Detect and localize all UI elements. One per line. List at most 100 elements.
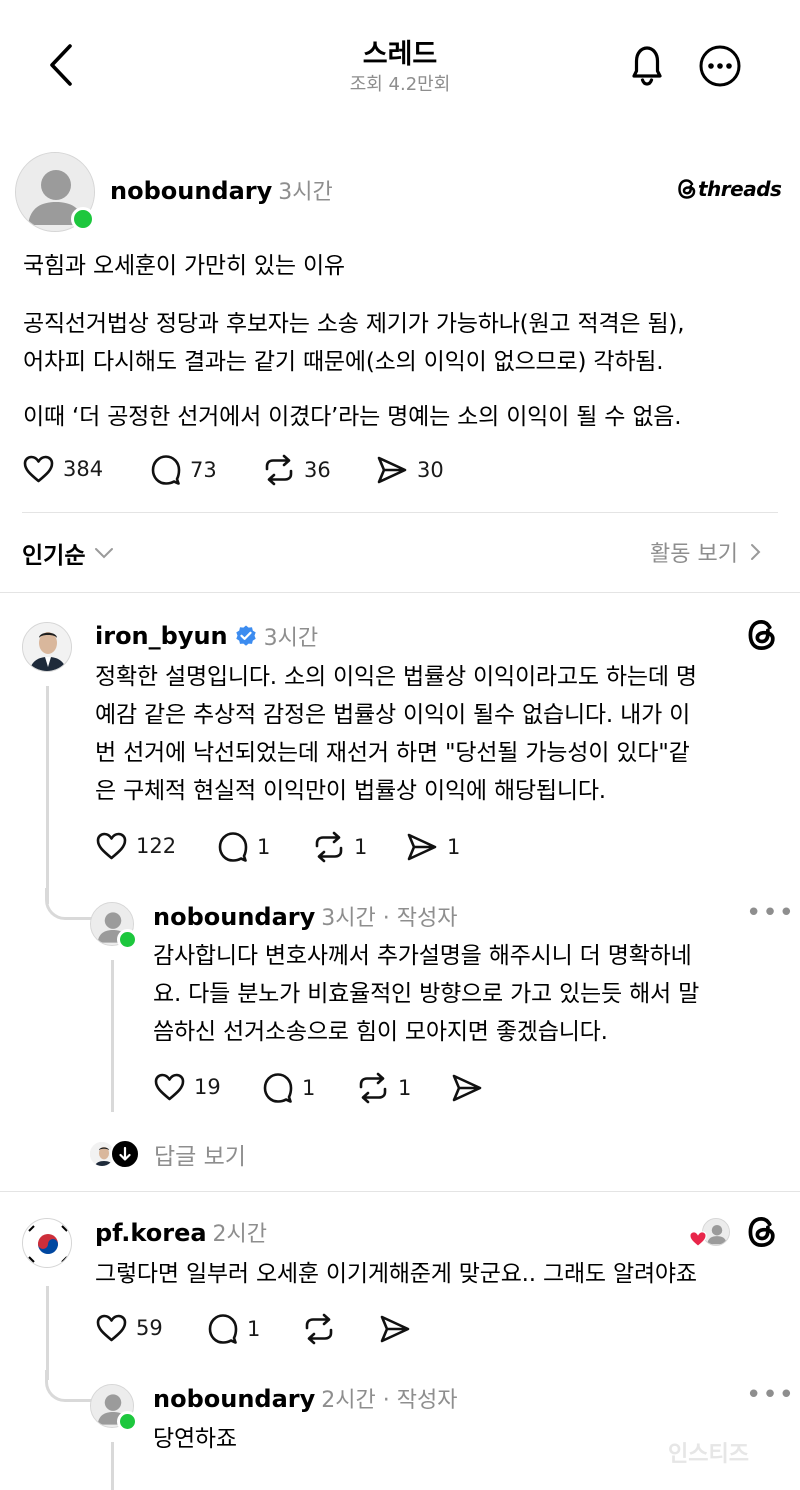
comment-username[interactable]: iron_byun xyxy=(95,622,228,650)
sort-dropdown[interactable]: 인기순 xyxy=(22,536,115,570)
like-count: 59 xyxy=(136,1316,163,1340)
page-title: 스레드 xyxy=(362,39,438,70)
repost-count: 36 xyxy=(304,458,331,482)
share-icon xyxy=(380,1315,410,1343)
thread-connector xyxy=(45,1370,97,1402)
like-button[interactable]: 59 xyxy=(95,1313,163,1343)
view-replies-button[interactable]: 답글 보기 xyxy=(88,1137,246,1171)
chevron-right-icon xyxy=(750,544,761,560)
verified-icon xyxy=(235,625,256,646)
online-indicator xyxy=(117,1411,138,1432)
more-options-button[interactable] xyxy=(696,42,744,90)
like-count: 384 xyxy=(63,457,104,481)
repost-icon xyxy=(315,831,343,863)
share-count: 1 xyxy=(447,835,461,859)
threads-icon xyxy=(748,620,775,650)
repost-button[interactable] xyxy=(302,1313,344,1345)
post-username[interactable]: noboundary xyxy=(110,177,272,205)
activity-label: 활동 보기 xyxy=(650,542,738,567)
view-replies-label: 답글 보기 xyxy=(154,1144,246,1170)
share-button[interactable] xyxy=(450,1072,492,1104)
comment-text-line: 번 선거에 낙선되었는데 재선거 하면 "당선될 가능성이 있다"같 xyxy=(95,740,690,766)
post-time: 3시간 xyxy=(278,180,333,205)
reply-button[interactable]: 1 xyxy=(217,831,270,863)
author-liked-indicator xyxy=(688,1218,732,1248)
threads-link[interactable] xyxy=(746,1215,778,1249)
comment-icon xyxy=(263,1073,293,1103)
reply-time: 2시간 · 작성자 xyxy=(321,1388,458,1413)
repost-button[interactable]: 36 xyxy=(262,454,331,486)
comment-avatar[interactable] xyxy=(22,1218,72,1268)
reply-count: 73 xyxy=(190,458,217,482)
activity-link[interactable]: 활동 보기 xyxy=(650,536,764,568)
reply-author-row: noboundary 2시간 · 작성자 xyxy=(153,1382,457,1414)
sort-label: 인기순 xyxy=(22,543,86,569)
threads-wordmark: threads xyxy=(698,177,782,201)
divider xyxy=(0,592,800,593)
repost-count: 1 xyxy=(398,1076,412,1100)
threads-icon xyxy=(748,1217,775,1247)
post-text-line: 어차피 다시해도 결과는 같기 때문에(소의 이익이 없으므로) 각하됨. xyxy=(23,349,664,375)
share-icon xyxy=(407,833,437,861)
view-count: 조회 4.2만회 xyxy=(349,74,451,95)
reply-text-line: 감사합니다 변호사께서 추가설명을 해주시니 더 명확하네 xyxy=(153,943,692,969)
share-icon xyxy=(452,1074,482,1102)
comment-icon xyxy=(218,832,248,862)
repost-count: 1 xyxy=(354,835,368,859)
chevron-down-icon xyxy=(95,548,114,559)
comment-time: 2시간 xyxy=(212,1222,268,1247)
post-text-title: 국힘과 오세훈이 가만히 있는 이유 xyxy=(23,253,345,279)
comment-text-line: 정확한 설명입니다. 소의 이익은 법률상 이익이라고도 하는데 명 xyxy=(95,664,697,690)
share-button[interactable]: 30 xyxy=(375,454,444,486)
like-button[interactable]: 19 xyxy=(153,1072,221,1102)
reply-username[interactable]: noboundary xyxy=(153,1385,315,1413)
thread-line xyxy=(111,960,114,1112)
share-icon xyxy=(377,456,407,484)
notification-button[interactable] xyxy=(622,40,672,90)
threads-link[interactable] xyxy=(746,618,778,652)
thread-connector xyxy=(45,888,97,920)
comment-author-row: iron_byun 3시간 xyxy=(95,620,318,652)
reply-more-button[interactable]: ••• xyxy=(746,900,795,926)
share-count: 30 xyxy=(417,458,444,482)
reply-more-button[interactable]: ••• xyxy=(746,1382,795,1408)
heart-icon xyxy=(96,832,127,860)
repost-icon xyxy=(359,1072,387,1104)
divider xyxy=(22,512,778,513)
reply-count: 1 xyxy=(302,1076,316,1100)
share-button[interactable]: 1 xyxy=(405,831,460,863)
reply-text-line: 씀하신 선거소송으로 힘이 모아지면 좋겠습니다. xyxy=(153,1019,608,1045)
comment-username[interactable]: pf.korea xyxy=(95,1219,207,1247)
online-indicator xyxy=(71,207,95,231)
profile-photo xyxy=(23,623,71,671)
bell-icon xyxy=(632,46,662,86)
comment-time: 3시간 xyxy=(263,626,319,651)
reply-button[interactable]: 1 xyxy=(207,1313,260,1345)
post-author-row: noboundary 3시간 xyxy=(110,174,333,206)
heart-icon xyxy=(23,455,54,483)
reply-username[interactable]: noboundary xyxy=(153,903,315,931)
repost-icon xyxy=(305,1313,333,1345)
reply-button[interactable]: 73 xyxy=(150,454,217,486)
threads-logo[interactable]: threads xyxy=(677,177,782,201)
like-button[interactable]: 384 xyxy=(22,454,103,484)
more-icon xyxy=(699,45,741,87)
comment-text-line: 은 구체적 현실적 이익만이 법률상 이익에 해당됩니다. xyxy=(95,778,606,804)
heart-icon xyxy=(689,1231,707,1247)
repost-button[interactable]: 1 xyxy=(312,831,367,863)
reply-button[interactable]: 1 xyxy=(262,1072,315,1104)
threads-icon xyxy=(678,179,696,199)
online-indicator xyxy=(117,929,138,950)
reply-text-line: 요. 다들 분노가 비효율적인 방향으로 가고 있는듯 해서 말 xyxy=(153,981,700,1007)
share-button[interactable] xyxy=(378,1313,420,1345)
reply-count: 1 xyxy=(257,835,271,859)
comment-text-line: 그렇다면 일부러 오세훈 이기게해준게 맞군요.. 그래도 알려야죠 xyxy=(95,1261,697,1287)
korean-flag-avatar xyxy=(23,1219,71,1267)
post-text-line: 공직선거법상 정당과 후보자는 소송 제기가 가능하나(원고 적격은 됨), xyxy=(23,311,685,337)
reply-author-row: noboundary 3시간 · 작성자 xyxy=(153,900,457,932)
like-button[interactable]: 122 xyxy=(95,831,176,861)
thread-line xyxy=(46,1286,49,1380)
repost-button[interactable]: 1 xyxy=(356,1072,411,1104)
comment-avatar[interactable] xyxy=(22,622,72,672)
divider xyxy=(0,1191,800,1192)
